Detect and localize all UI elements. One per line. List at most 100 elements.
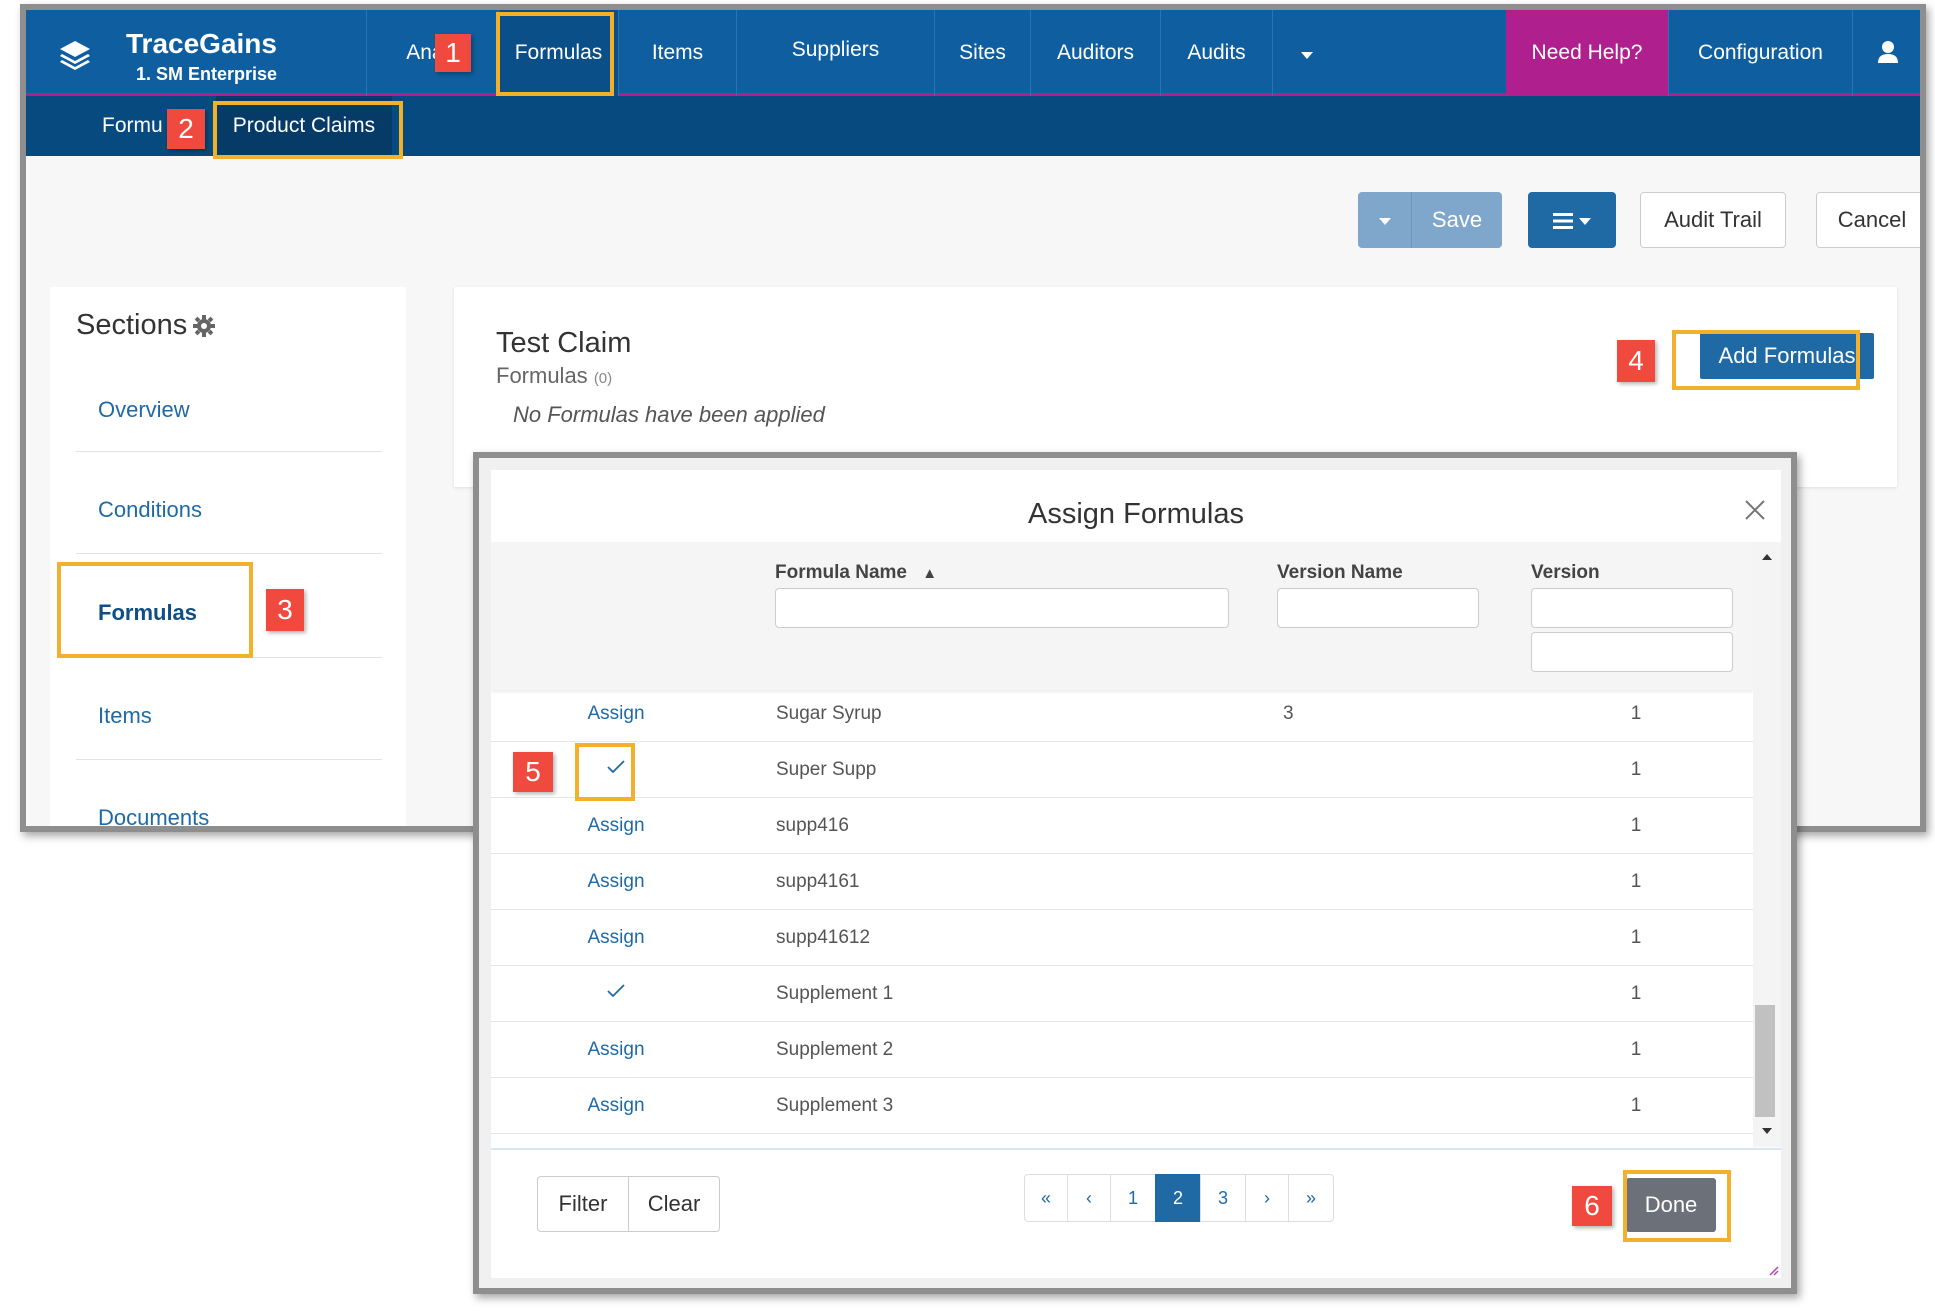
section-conditions[interactable]: Conditions bbox=[98, 497, 202, 523]
assign-formulas-dialog: Assign Formulas Formula Name ▲ Version N… bbox=[491, 470, 1781, 1278]
assign-link[interactable]: Assign bbox=[541, 1039, 691, 1061]
claim-title: Test Claim bbox=[496, 327, 632, 359]
nav-suppliers-label: Suppliers bbox=[791, 38, 880, 61]
step-marker-6: 6 bbox=[1572, 1186, 1612, 1226]
nav-audits[interactable]: Audits bbox=[1160, 10, 1272, 96]
formula-name-cell: Supplement 2 bbox=[776, 1039, 894, 1060]
column-formula-name[interactable]: Formula Name ▲ bbox=[775, 562, 937, 584]
nav-suppliers[interactable]: Suppliers bbox=[736, 10, 934, 96]
table-row: Assign supp416 1 bbox=[491, 798, 1753, 854]
caret-down-icon bbox=[1300, 52, 1313, 59]
version-name-filter-input[interactable] bbox=[1277, 588, 1479, 628]
table-row: Assign Supplement 3 1 bbox=[491, 1078, 1753, 1134]
version-cell: 1 bbox=[1630, 983, 1642, 1004]
formula-name-cell: supp416 bbox=[776, 815, 849, 836]
step-marker-3: 3 bbox=[266, 589, 304, 631]
cancel-button[interactable]: Cancel bbox=[1816, 192, 1920, 248]
section-formulas[interactable]: Formulas bbox=[98, 600, 197, 626]
brand[interactable]: TraceGains 1. SM Enterprise bbox=[56, 18, 356, 88]
formula-name-cell: Supplement 1 bbox=[776, 983, 894, 1004]
nav-sites[interactable]: Sites bbox=[934, 10, 1030, 96]
scrollbar-thumb[interactable] bbox=[1755, 1005, 1775, 1117]
page-last[interactable]: » bbox=[1288, 1174, 1334, 1222]
nav-items[interactable]: Items bbox=[618, 10, 736, 96]
formula-name-cell: Sugar Syrup bbox=[776, 703, 882, 724]
assign-link[interactable]: Assign bbox=[541, 927, 691, 949]
user-icon bbox=[1878, 41, 1898, 63]
add-formulas-button[interactable]: Add Formulas bbox=[1700, 333, 1874, 379]
menu-dropdown-button[interactable] bbox=[1528, 192, 1616, 248]
check-icon bbox=[607, 984, 625, 998]
subnav-formulas[interactable]: Formu bbox=[102, 96, 163, 156]
subnav-product-claims-label: Product Claims bbox=[232, 114, 376, 137]
section-items[interactable]: Items bbox=[98, 703, 152, 729]
nav-configuration[interactable]: Configuration bbox=[1668, 10, 1852, 96]
divider bbox=[76, 553, 382, 554]
formula-name-cell: supp41612 bbox=[776, 927, 871, 948]
scroll-up-icon[interactable] bbox=[1762, 554, 1772, 560]
assign-link[interactable]: Assign bbox=[541, 871, 691, 893]
step-marker-2: 2 bbox=[167, 109, 205, 149]
sort-ascending-icon: ▲ bbox=[922, 565, 938, 582]
gear-icon[interactable] bbox=[193, 315, 215, 337]
version-filter-max-input[interactable] bbox=[1531, 632, 1733, 672]
audit-trail-button[interactable]: Audit Trail bbox=[1640, 192, 1786, 248]
nav-auditors[interactable]: Auditors bbox=[1030, 10, 1160, 96]
version-cell: 1 bbox=[1630, 703, 1642, 724]
subnav-product-claims[interactable]: Product Claims bbox=[216, 96, 392, 156]
divider bbox=[76, 759, 382, 760]
step-marker-1: 1 bbox=[435, 34, 471, 72]
caret-down-icon bbox=[1378, 217, 1391, 225]
page-next[interactable]: › bbox=[1245, 1174, 1289, 1222]
section-overview[interactable]: Overview bbox=[98, 397, 190, 423]
page-1[interactable]: 1 bbox=[1110, 1174, 1156, 1222]
formula-name-filter-input[interactable] bbox=[775, 588, 1229, 628]
scroll-down-icon[interactable] bbox=[1762, 1128, 1772, 1134]
divider bbox=[76, 451, 382, 452]
top-navigation: TraceGains 1. SM Enterprise Analy Formul… bbox=[26, 10, 1920, 96]
resize-handle-icon[interactable] bbox=[1765, 1262, 1779, 1276]
nav-analytics[interactable]: Analy bbox=[366, 10, 498, 96]
brand-subtitle: 1. SM Enterprise bbox=[136, 64, 278, 84]
empty-message: No Formulas have been applied bbox=[513, 402, 825, 427]
assign-link[interactable]: Assign bbox=[541, 1095, 691, 1117]
grid-scrollbar[interactable] bbox=[1753, 542, 1781, 1147]
close-icon[interactable] bbox=[1743, 498, 1767, 522]
page-3[interactable]: 3 bbox=[1200, 1174, 1246, 1222]
table-row: Assign Supplement 2 1 bbox=[491, 1022, 1753, 1078]
page-first[interactable]: « bbox=[1024, 1174, 1068, 1222]
save-options-dropdown[interactable] bbox=[1358, 192, 1412, 248]
sub-navigation: Formu Product Claims bbox=[26, 96, 1920, 156]
divider bbox=[76, 657, 382, 658]
assign-link[interactable]: Assign bbox=[541, 703, 691, 725]
save-split-button[interactable]: Save bbox=[1358, 192, 1502, 248]
assign-link[interactable]: Assign bbox=[541, 815, 691, 837]
done-button[interactable]: Done bbox=[1626, 1178, 1716, 1232]
section-documents[interactable]: Documents bbox=[98, 805, 209, 826]
version-cell: 1 bbox=[1630, 1039, 1642, 1060]
clear-button[interactable]: Clear bbox=[628, 1176, 720, 1232]
filter-button[interactable]: Filter bbox=[537, 1176, 629, 1232]
need-help-button[interactable]: Need Help? bbox=[1506, 10, 1668, 96]
table-row: Assign supp41612 1 bbox=[491, 910, 1753, 966]
column-version[interactable]: Version bbox=[1531, 562, 1600, 584]
page-previous[interactable]: ‹ bbox=[1067, 1174, 1111, 1222]
user-menu[interactable] bbox=[1852, 10, 1920, 96]
save-button[interactable]: Save bbox=[1412, 192, 1502, 248]
nav-more-dropdown[interactable] bbox=[1272, 10, 1340, 96]
dialog-title: Assign Formulas bbox=[1028, 498, 1244, 530]
table-row: Supplement 1 1 bbox=[491, 966, 1753, 1022]
version-filter-min-input[interactable] bbox=[1531, 588, 1733, 628]
check-icon bbox=[607, 760, 625, 774]
nav-formulas[interactable]: Formulas bbox=[498, 10, 618, 96]
claim-subtitle-label: Formulas bbox=[496, 363, 588, 388]
assigned-check[interactable] bbox=[541, 983, 691, 1005]
version-cell: 1 bbox=[1630, 759, 1642, 780]
column-version-name[interactable]: Version Name bbox=[1277, 562, 1403, 584]
modal-frame: Assign Formulas Formula Name ▲ Version N… bbox=[473, 452, 1797, 1294]
page-2[interactable]: 2 bbox=[1155, 1174, 1201, 1222]
caret-down-icon bbox=[1579, 217, 1591, 225]
nav-configuration-label: Configuration bbox=[1698, 41, 1823, 64]
formula-name-cell: Super Supp bbox=[776, 759, 877, 780]
assigned-check[interactable] bbox=[541, 759, 691, 781]
